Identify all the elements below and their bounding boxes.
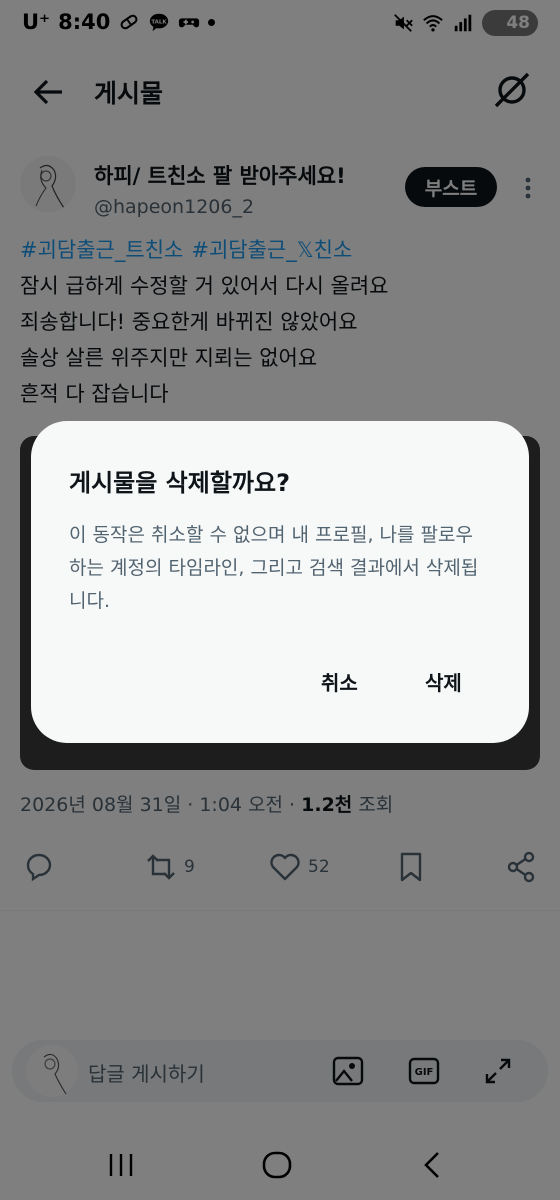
dialog-title: 게시물을 삭제할까요? <box>69 469 290 497</box>
cancel-button[interactable]: 취소 <box>311 661 368 702</box>
dialog-message: 이 동작은 취소할 수 없으며 내 프로필, 나를 팔로우하는 계정의 타임라인… <box>69 524 479 612</box>
delete-post-dialog: 게시물을 삭제할까요? 이 동작은 취소할 수 없으며 내 프로필, 나를 팔로… <box>31 421 529 743</box>
delete-button[interactable]: 삭제 <box>415 661 472 702</box>
